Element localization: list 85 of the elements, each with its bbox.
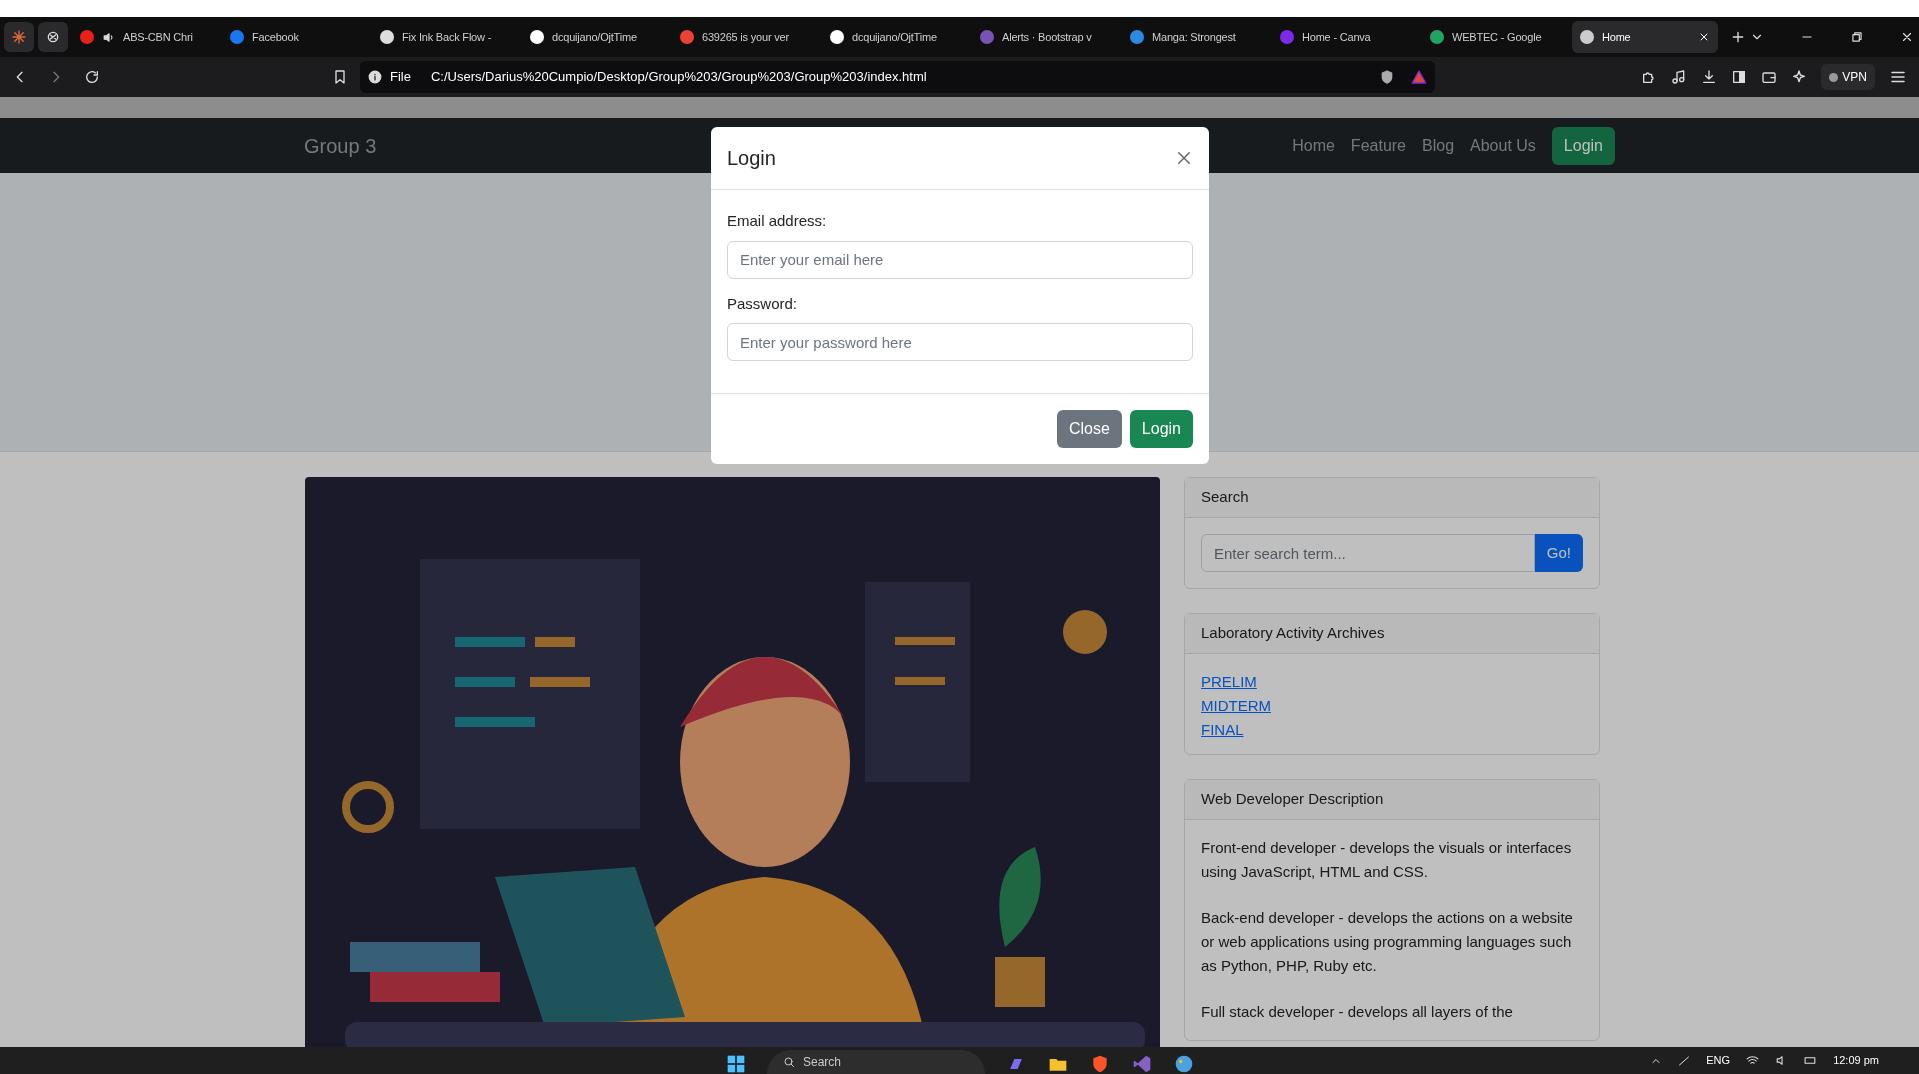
tab-title: Alerts · Bootstrap v [1002,29,1092,45]
triangle-icon[interactable] [1411,69,1427,85]
input-field[interactable]: Enter your password here [727,323,1193,361]
archive-link[interactable]: FINAL [1201,718,1244,742]
go-button[interactable]: Go! [1534,534,1583,572]
tab-title: 639265 is your ver [702,29,789,45]
dialog-title: Login [727,146,776,171]
input-field[interactable]: Enter your email here [727,240,1193,279]
card-header: Web Developer Description [1185,780,1599,820]
asterisk-icon[interactable] [11,29,27,45]
url-scheme: File [390,68,411,87]
tab-title: Facebook [252,29,299,45]
favicon-icon [1130,30,1144,44]
brand-title[interactable]: Group 3 [304,130,377,161]
browser-tab[interactable]: ABS-CBN Chri [72,21,218,53]
browser-tab[interactable]: Manga: Strongest [1122,21,1268,53]
vpn-button[interactable]: VPN [1821,64,1875,90]
close-icon[interactable] [1900,30,1914,44]
address-bar[interactable]: File C:/Users/Darius%20Cumpio/Desktop/Group%203/Group%203/Group%203/index.html [360,61,1435,93]
login-button[interactable]: Login [1551,126,1615,165]
favicon-icon [1430,30,1444,44]
field-label: Password: [727,293,799,314]
browser-tab[interactable]: dcquijano/OjtTime [822,21,968,53]
tab-title: dcquijano/OjtTime [552,29,637,45]
tab-title: Home - Canva [1302,29,1371,45]
plus-icon[interactable] [1730,29,1746,45]
browser-tab[interactable]: Fix Ink Back Flow - [372,21,518,53]
card-header: Search [1185,478,1599,518]
battery-icon[interactable] [1804,1054,1818,1067]
description-text: Full stack developer - develops all layers of the [1201,1002,1514,1022]
pinned-tab[interactable] [4,22,34,52]
card-header: Laboratory Activity Archives [1185,614,1599,654]
wallet-icon[interactable] [1761,69,1778,85]
close-button[interactable]: Close [1056,410,1122,448]
browser-tab[interactable]: Home - Canva [1272,21,1418,53]
tab-title: Manga: Strongest [1152,29,1236,45]
nav-link[interactable]: Blog [1422,133,1455,158]
nav-link[interactable]: About Us [1470,133,1536,158]
visual-studio-icon[interactable] [1131,1054,1153,1074]
search-icon[interactable] [783,1056,795,1068]
browser-tab[interactable]: Facebook [222,21,368,53]
language-indicator[interactable]: ENG [1706,1052,1731,1069]
info-icon[interactable] [368,70,382,84]
description-text: Front-end developer - develops the visuals or interfaces using JavaScript, HTML and CSS. [1201,838,1573,882]
tab-title: WEBTEC - Google [1452,29,1542,45]
browser-tab[interactable]: 639265 is your ver [672,21,818,53]
sparkle-icon[interactable] [1791,69,1808,85]
field-label: Email address: [727,211,828,231]
tab-title: ABS-CBN Chri [123,29,193,45]
speaker-icon[interactable] [102,30,115,44]
favicon-icon [1580,30,1594,44]
description-text: Back-end developer - develops the actions on a website or web applications using programming languages such as Python, PHP, Ruby etc. [1201,908,1574,976]
pinned-tab[interactable] [38,22,68,52]
sidebar-icon[interactable] [1731,69,1748,85]
download-icon[interactable] [1701,69,1718,85]
wifi-icon[interactable] [1746,1054,1760,1067]
windows-logo-icon[interactable] [725,1054,747,1074]
bookmark-icon[interactable] [332,69,348,85]
favicon-icon [380,30,394,44]
favicon-icon [680,30,694,44]
archive-link[interactable]: PRELIM [1201,670,1257,694]
tab-title: Fix Ink Back Flow - [402,29,492,45]
search-field[interactable]: Enter search term... [1201,534,1535,572]
reload-icon[interactable] [84,69,100,85]
favicon-icon [830,30,844,44]
login-button[interactable]: Login [1129,410,1193,448]
url-text: C:/Users/Darius%20Cumpio/Desktop/Group%203/Group%203/Group%203/index.html [430,68,927,87]
restore-icon[interactable] [1850,30,1864,44]
tab-title: dcquijano/OjtTime [852,29,937,45]
archive-link[interactable]: MIDTERM [1201,694,1271,718]
favicon-icon [980,30,994,44]
browser-tab[interactable]: Home [1572,21,1718,53]
nav-link[interactable]: Home [1292,133,1335,158]
nav-link[interactable]: Feature [1350,133,1406,158]
browser-tab[interactable]: Alerts · Bootstrap v [972,21,1118,53]
clock[interactable]: 12:09 pm [1833,1052,1879,1069]
favicon-icon [80,30,94,44]
tab-title: Home [1602,29,1631,45]
browser-tab[interactable]: WEBTEC - Google [1422,21,1568,53]
taskbar-search[interactable]: Search [767,1050,985,1074]
close-icon[interactable] [1698,31,1710,43]
browser-tab[interactable]: dcquijano/OjtTime [522,21,668,53]
favicon-icon [1280,30,1294,44]
favicon-icon [230,30,244,44]
favicon-icon [530,30,544,44]
